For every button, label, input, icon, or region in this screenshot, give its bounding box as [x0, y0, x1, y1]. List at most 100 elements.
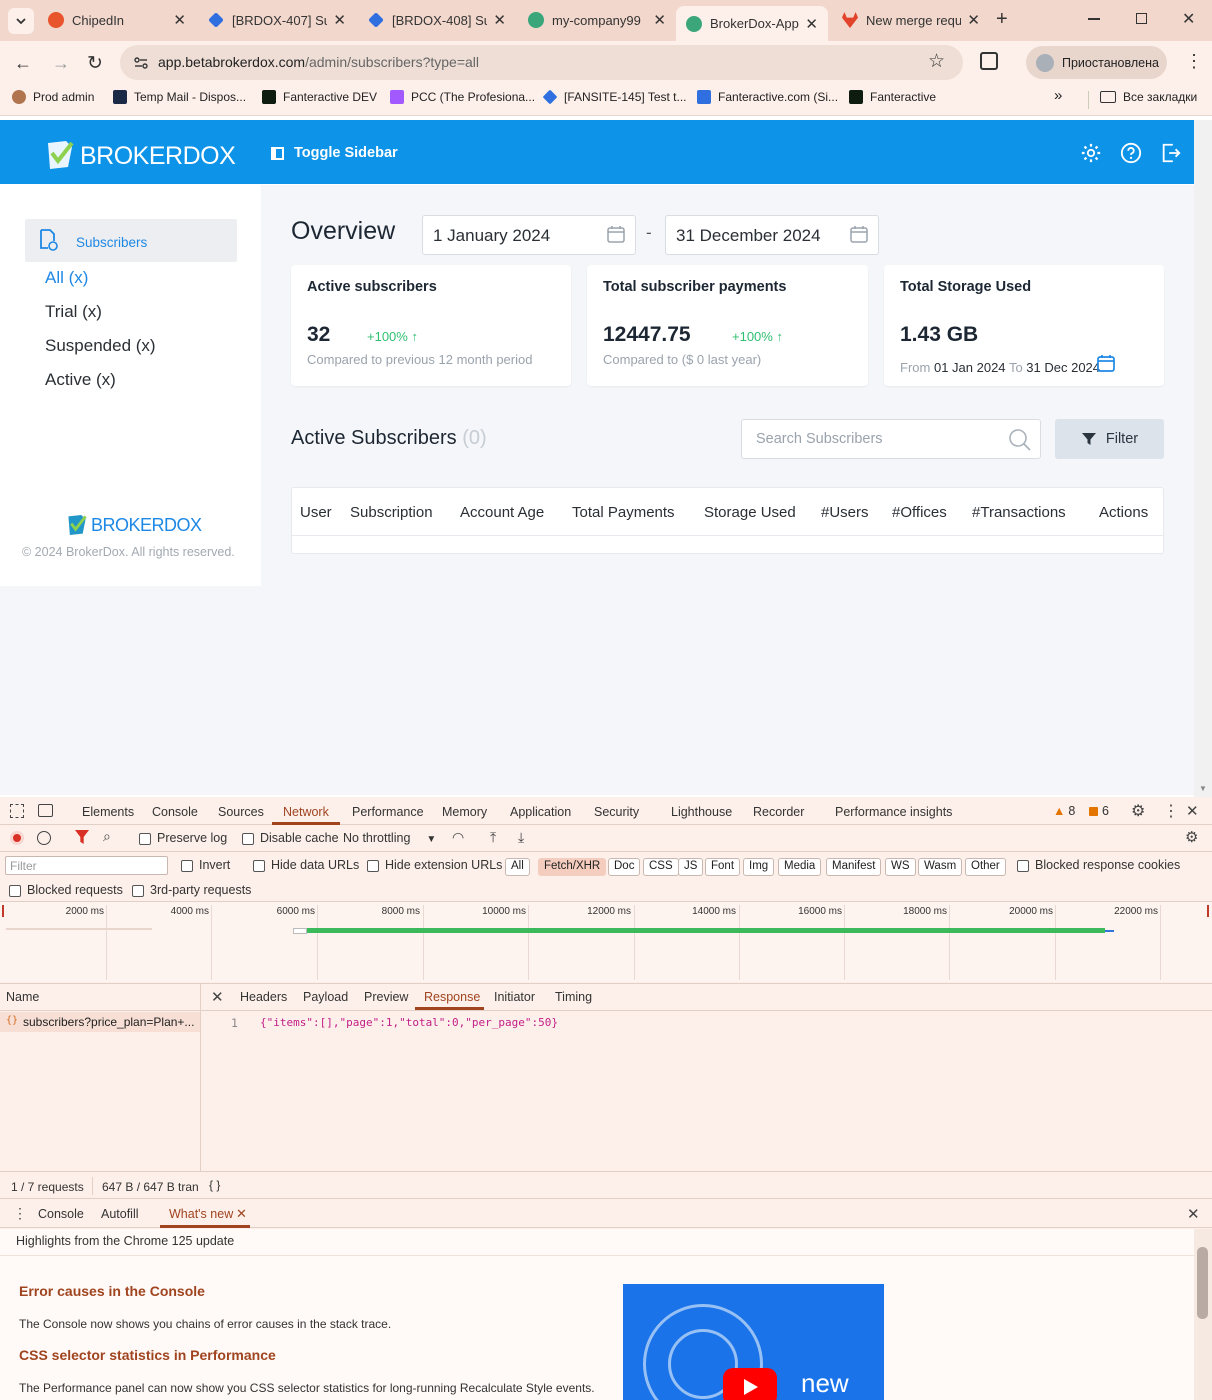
detail-tab-preview[interactable]: Preview	[364, 990, 408, 1004]
close-whats-new-icon[interactable]: ✕	[236, 1206, 247, 1222]
tab-memory[interactable]: Memory	[442, 805, 487, 819]
whats-new-video[interactable]: new	[623, 1284, 884, 1400]
tab-lighthouse[interactable]: Lighthouse	[671, 805, 732, 819]
logout-icon[interactable]	[1160, 142, 1182, 164]
brand-name[interactable]: BROKERDOX	[80, 142, 236, 171]
filter-icon[interactable]	[75, 830, 89, 844]
browser-tab[interactable]: my-company99 ✕	[518, 4, 676, 36]
chip-fetch-xhr[interactable]: Fetch/XHR	[538, 858, 607, 876]
toggle-sidebar-button[interactable]: Toggle Sidebar	[271, 145, 398, 161]
pretty-print-icon[interactable]: { }	[209, 1178, 220, 1192]
extensions-icon[interactable]	[980, 52, 998, 70]
all-bookmarks-button[interactable]: Все закладки	[1100, 90, 1197, 104]
tab-security[interactable]: Security	[594, 805, 639, 819]
brokerdox-logo-icon[interactable]	[46, 139, 74, 171]
reload-icon[interactable]: ↻	[87, 52, 103, 75]
device-toolbar-icon[interactable]	[38, 804, 53, 817]
help-icon[interactable]	[1120, 142, 1142, 164]
chip-manifest[interactable]: Manifest	[826, 858, 882, 876]
drawer-menu-icon[interactable]: ⋮	[13, 1205, 27, 1222]
third-party-requests-checkbox[interactable]: 3rd-party requests	[132, 883, 251, 897]
close-tab-icon[interactable]: ✕	[173, 11, 186, 29]
gear-icon[interactable]	[1080, 142, 1102, 164]
bookmark-item[interactable]: Temp Mail - Dispos...	[113, 90, 246, 104]
close-window-icon[interactable]: ✕	[1182, 9, 1195, 29]
chip-ws[interactable]: WS	[885, 858, 916, 876]
close-drawer-icon[interactable]: ✕	[1187, 1205, 1200, 1223]
filter-input[interactable]: Filter	[5, 856, 168, 875]
hide-extension-urls-checkbox[interactable]: Hide extension URLs	[367, 858, 502, 872]
detail-tab-response[interactable]: Response	[424, 990, 480, 1004]
detail-tab-payload[interactable]: Payload	[303, 990, 348, 1004]
column-header[interactable]: #Users	[821, 504, 869, 521]
search-input[interactable]: Search Subscribers	[741, 419, 1041, 459]
inspect-element-icon[interactable]	[10, 804, 24, 818]
drawer-scrollbar[interactable]	[1194, 1229, 1212, 1400]
detail-tab-headers[interactable]: Headers	[240, 990, 287, 1004]
close-tab-icon[interactable]: ✕	[653, 11, 666, 29]
column-header[interactable]: User	[300, 504, 332, 521]
column-header[interactable]: Storage Used	[704, 504, 796, 521]
youtube-play-icon[interactable]	[723, 1368, 777, 1400]
hide-data-urls-checkbox[interactable]: Hide data URLs	[253, 858, 359, 872]
tab-recorder[interactable]: Recorder	[753, 805, 804, 819]
bookmark-item[interactable]: Fanteractive.com (Si...	[697, 90, 838, 104]
forward-icon[interactable]: →	[52, 53, 70, 74]
close-tab-icon[interactable]: ✕	[493, 11, 506, 29]
record-icon[interactable]	[10, 831, 24, 845]
chip-doc[interactable]: Doc	[608, 858, 641, 876]
bookmark-star-icon[interactable]: ☆	[928, 50, 945, 73]
calendar-icon[interactable]	[849, 224, 869, 244]
sidebar-item-trial[interactable]: Trial (x)	[45, 302, 102, 322]
more-bookmarks-icon[interactable]: »	[1054, 87, 1062, 104]
column-header[interactable]: Subscription	[350, 504, 433, 521]
minimize-icon[interactable]	[1088, 18, 1100, 20]
issues-count[interactable]: 6	[1089, 804, 1109, 818]
detail-tab-timing[interactable]: Timing	[555, 990, 592, 1004]
search-icon[interactable]	[1008, 428, 1032, 452]
scrollbar-thumb[interactable]	[1197, 1247, 1208, 1319]
tab-elements[interactable]: Elements	[82, 805, 134, 819]
chip-all[interactable]: All	[505, 858, 530, 876]
sidebar-item-active[interactable]: Active (x)	[45, 370, 116, 390]
date-from-input[interactable]: 1 January 2024	[422, 215, 636, 255]
profile-button[interactable]: Приостановлена	[1026, 46, 1167, 79]
calendar-icon[interactable]	[606, 224, 626, 244]
chip-img[interactable]: Img	[743, 858, 775, 876]
chip-css[interactable]: CSS	[643, 858, 679, 876]
network-conditions-icon[interactable]: ◠	[452, 829, 464, 846]
new-tab-icon[interactable]: +	[996, 8, 1008, 31]
bookmark-item[interactable]: [FANSITE-145] Test t...	[542, 89, 687, 105]
close-tab-icon[interactable]: ✕	[805, 15, 818, 33]
tab-search-button[interactable]	[8, 8, 34, 34]
request-row[interactable]: {} subscribers?price_plan=Plan+...	[0, 1012, 200, 1032]
column-header[interactable]: #Transactions	[972, 504, 1066, 521]
site-settings-icon[interactable]	[133, 55, 149, 71]
search-icon[interactable]: ⌕	[103, 828, 111, 845]
url-text[interactable]: app.betabrokerdox.com/admin/subscribers?…	[158, 54, 479, 70]
close-detail-icon[interactable]: ✕	[211, 988, 224, 1006]
throttling-select[interactable]: No throttling ▼	[343, 831, 436, 845]
tab-performance[interactable]: Performance	[352, 805, 424, 819]
timeline-handle-left[interactable]	[2, 905, 4, 917]
close-devtools-icon[interactable]: ✕	[1186, 802, 1199, 820]
import-har-icon[interactable]: ⤒	[490, 829, 496, 846]
calendar-icon[interactable]	[1096, 353, 1116, 373]
browser-tab[interactable]: ChipedIn ✕	[38, 4, 196, 36]
close-tab-icon[interactable]: ✕	[333, 11, 346, 29]
chip-other[interactable]: Other	[965, 858, 1006, 876]
close-tab-icon[interactable]: ✕	[967, 11, 980, 29]
omnibox[interactable]: app.betabrokerdox.com/admin/subscribers?…	[120, 45, 963, 80]
browser-tab[interactable]: [BRDOX-408] Su ✕	[358, 4, 516, 36]
detail-tab-initiator[interactable]: Initiator	[494, 990, 535, 1004]
page-scrollbar[interactable]: ▼	[1194, 120, 1212, 797]
column-header[interactable]: Total Payments	[572, 504, 675, 521]
chip-wasm[interactable]: Wasm	[918, 858, 963, 876]
tab-application[interactable]: Application	[510, 805, 571, 819]
browser-tab[interactable]: [BRDOX-407] Su ✕	[198, 4, 356, 36]
bookmark-item[interactable]: Fanteractive DEV	[262, 90, 377, 104]
tab-performance-insights[interactable]: Performance insights	[835, 805, 952, 819]
maximize-icon[interactable]	[1136, 13, 1147, 24]
timeline-handle-right[interactable]	[1207, 905, 1209, 917]
bookmark-item[interactable]: Fanteractive	[849, 90, 936, 104]
